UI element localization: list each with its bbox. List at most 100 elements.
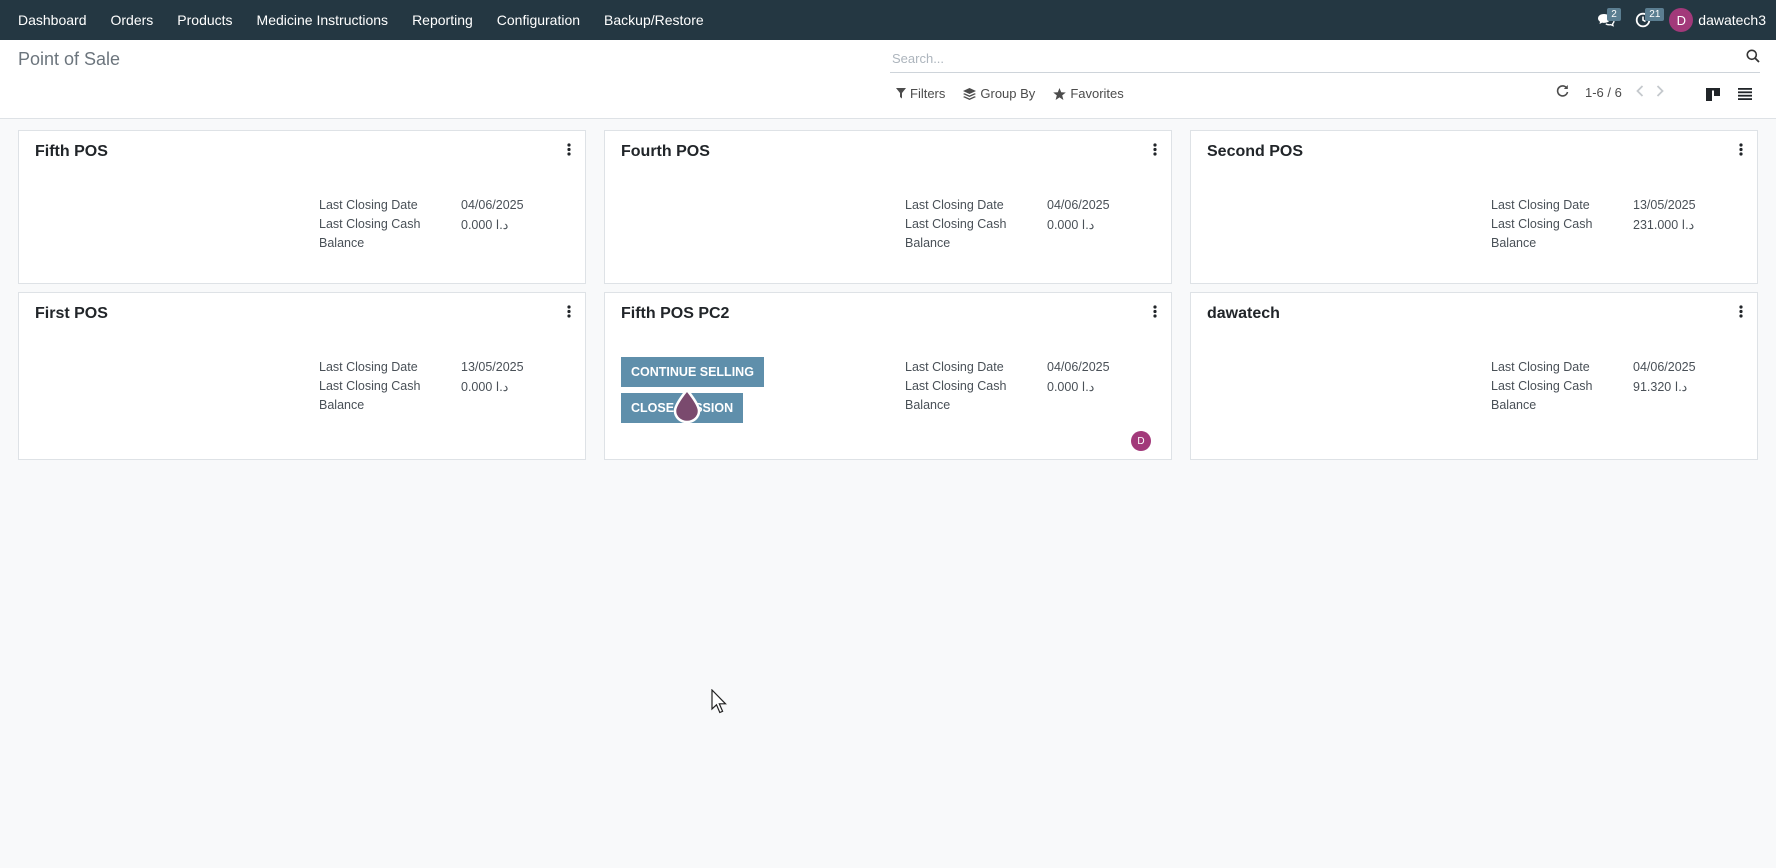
- pager-previous[interactable]: [1636, 84, 1644, 100]
- last-closing-date-value: 04/06/2025: [1047, 198, 1110, 212]
- refresh-icon: [1556, 85, 1569, 97]
- balance-label: Balance: [905, 398, 951, 412]
- last-closing-date-label: Last Closing Date: [319, 198, 418, 212]
- list-view-button[interactable]: [1729, 80, 1761, 108]
- menu-dashboard[interactable]: Dashboard: [6, 0, 99, 40]
- layers-icon: [963, 87, 977, 100]
- chevron-left-icon: [1636, 85, 1643, 97]
- pos-card-info: Last Closing Date 04/06/2025 Last Closing…: [319, 198, 569, 255]
- balance-label: Balance: [1491, 398, 1537, 412]
- card-dropdown-button[interactable]: [567, 305, 571, 321]
- favorites-button[interactable]: Favorites: [1053, 86, 1124, 101]
- last-closing-date-value: 13/05/2025: [461, 360, 524, 374]
- favorites-label: Favorites: [1070, 86, 1124, 101]
- last-closing-date-label: Last Closing Date: [1491, 360, 1590, 374]
- main-menu: Dashboard Orders Products Medicine Instr…: [0, 0, 716, 40]
- user-name: dawatech3: [1698, 12, 1766, 28]
- last-closing-cash-value: 91.320 د.ا: [1633, 380, 1688, 394]
- last-closing-cash-value: 231.000 د.ا: [1633, 218, 1695, 232]
- pos-card-info: Last Closing Date 04/06/2025 Last Closing…: [905, 198, 1155, 255]
- last-closing-cash-value: 0.000 د.ا: [461, 380, 509, 394]
- card-dropdown-button[interactable]: [1739, 143, 1743, 159]
- pos-card[interactable]: Fourth POS Last Closing Date 04/06/2025 L…: [604, 130, 1172, 284]
- card-dropdown-button[interactable]: [1153, 305, 1157, 321]
- menu-backup-restore[interactable]: Backup/Restore: [592, 0, 716, 40]
- search-panel-options: Filters Group By Favorites: [896, 86, 1142, 101]
- avatar: D: [1669, 8, 1694, 32]
- vertical-dots-icon: [567, 305, 571, 318]
- last-closing-date-label: Last Closing Date: [1491, 198, 1590, 212]
- vertical-dots-icon: [1739, 305, 1743, 318]
- star-icon: [1053, 87, 1067, 100]
- pager-value[interactable]: 1-6 / 6: [1585, 85, 1622, 100]
- pos-card-title[interactable]: Fourth POS: [621, 143, 710, 161]
- pager: 1-6 / 6: [1556, 84, 1676, 100]
- chevron-right-icon: [1656, 85, 1664, 97]
- control-panel: Point of Sale Filters Group By: [0, 40, 1776, 119]
- vertical-dots-icon: [1153, 143, 1157, 156]
- reload-button[interactable]: [1556, 84, 1569, 100]
- balance-label: Balance: [319, 398, 365, 412]
- click-indicator-icon: [673, 389, 701, 423]
- filters-label: Filters: [910, 86, 946, 101]
- view-switcher: [1697, 80, 1761, 108]
- last-closing-cash-label: Last Closing Cash: [319, 379, 421, 393]
- search-icon: [1746, 49, 1760, 63]
- pos-card-title[interactable]: Second POS: [1207, 143, 1303, 161]
- balance-label: Balance: [319, 236, 365, 250]
- pos-card-title[interactable]: Fifth POS: [35, 143, 108, 161]
- card-dropdown-button[interactable]: [1739, 305, 1743, 321]
- list-icon: [1738, 88, 1752, 100]
- last-closing-date-value: 13/05/2025: [1633, 198, 1696, 212]
- pos-card[interactable]: Fifth POS Last Closing Date 04/06/2025 La…: [18, 130, 586, 284]
- activities-button[interactable]: 21: [1625, 0, 1665, 40]
- menu-configuration[interactable]: Configuration: [485, 0, 592, 40]
- group-by-button[interactable]: Group By: [963, 86, 1035, 101]
- filters-button[interactable]: Filters: [896, 86, 945, 101]
- pos-card-title[interactable]: dawatech: [1207, 305, 1280, 323]
- pos-card-title[interactable]: First POS: [35, 305, 108, 323]
- menu-products[interactable]: Products: [165, 0, 244, 40]
- last-closing-cash-value: 0.000 د.ا: [1047, 380, 1095, 394]
- search-bar: [890, 46, 1760, 73]
- search-input[interactable]: [890, 46, 1712, 70]
- continue-selling-button[interactable]: CONTINUE SELLING: [621, 357, 764, 387]
- menu-reporting[interactable]: Reporting: [400, 0, 485, 40]
- vertical-dots-icon: [1153, 305, 1157, 318]
- pos-card-info: Last Closing Date 13/05/2025 Last Closing…: [1491, 198, 1741, 255]
- kanban-view-button[interactable]: [1697, 80, 1729, 108]
- top-navbar: Dashboard Orders Products Medicine Instr…: [0, 0, 1776, 40]
- card-dropdown-button[interactable]: [567, 143, 571, 159]
- pos-card-title[interactable]: Fifth POS PC2: [621, 305, 729, 323]
- last-closing-cash-value: 0.000 د.ا: [461, 218, 509, 232]
- last-closing-date-label: Last Closing Date: [905, 198, 1004, 212]
- last-closing-cash-label: Last Closing Cash: [1491, 379, 1593, 393]
- pos-card[interactable]: Fifth POS PC2 CONTINUE SELLING CLOSE SES…: [604, 292, 1172, 460]
- user-menu[interactable]: D dawatech3: [1661, 8, 1766, 32]
- last-closing-date-label: Last Closing Date: [905, 360, 1004, 374]
- menu-medicine-instructions[interactable]: Medicine Instructions: [245, 0, 401, 40]
- mouse-cursor-icon: [711, 689, 727, 714]
- last-closing-date-value: 04/06/2025: [461, 198, 524, 212]
- pos-card[interactable]: dawatech Last Closing Date 04/06/2025 Las…: [1190, 292, 1758, 460]
- pager-next[interactable]: [1656, 84, 1664, 100]
- card-dropdown-button[interactable]: [1153, 143, 1157, 159]
- balance-label: Balance: [905, 236, 951, 250]
- last-closing-cash-label: Last Closing Cash: [319, 217, 421, 231]
- filter-icon: [896, 88, 906, 99]
- messages-button[interactable]: 2: [1587, 0, 1625, 40]
- last-closing-cash-value: 0.000 د.ا: [1047, 218, 1095, 232]
- page-title: Point of Sale: [18, 49, 121, 69]
- pos-card-info: Last Closing Date 13/05/2025 Last Closing…: [319, 360, 569, 417]
- pos-card[interactable]: Second POS Last Closing Date 13/05/2025 L…: [1190, 130, 1758, 284]
- vertical-dots-icon: [1739, 143, 1743, 156]
- last-closing-date-value: 04/06/2025: [1633, 360, 1696, 374]
- pos-card-info: Last Closing Date 04/06/2025 Last Closing…: [905, 360, 1155, 417]
- messages-badge: 2: [1607, 8, 1621, 21]
- menu-orders[interactable]: Orders: [99, 0, 166, 40]
- search-button[interactable]: [1746, 49, 1760, 66]
- pos-card[interactable]: First POS Last Closing Date 13/05/2025 La…: [18, 292, 586, 460]
- avatar: D: [1131, 431, 1151, 451]
- balance-label: Balance: [1491, 236, 1537, 250]
- kanban-icon: [1706, 87, 1720, 101]
